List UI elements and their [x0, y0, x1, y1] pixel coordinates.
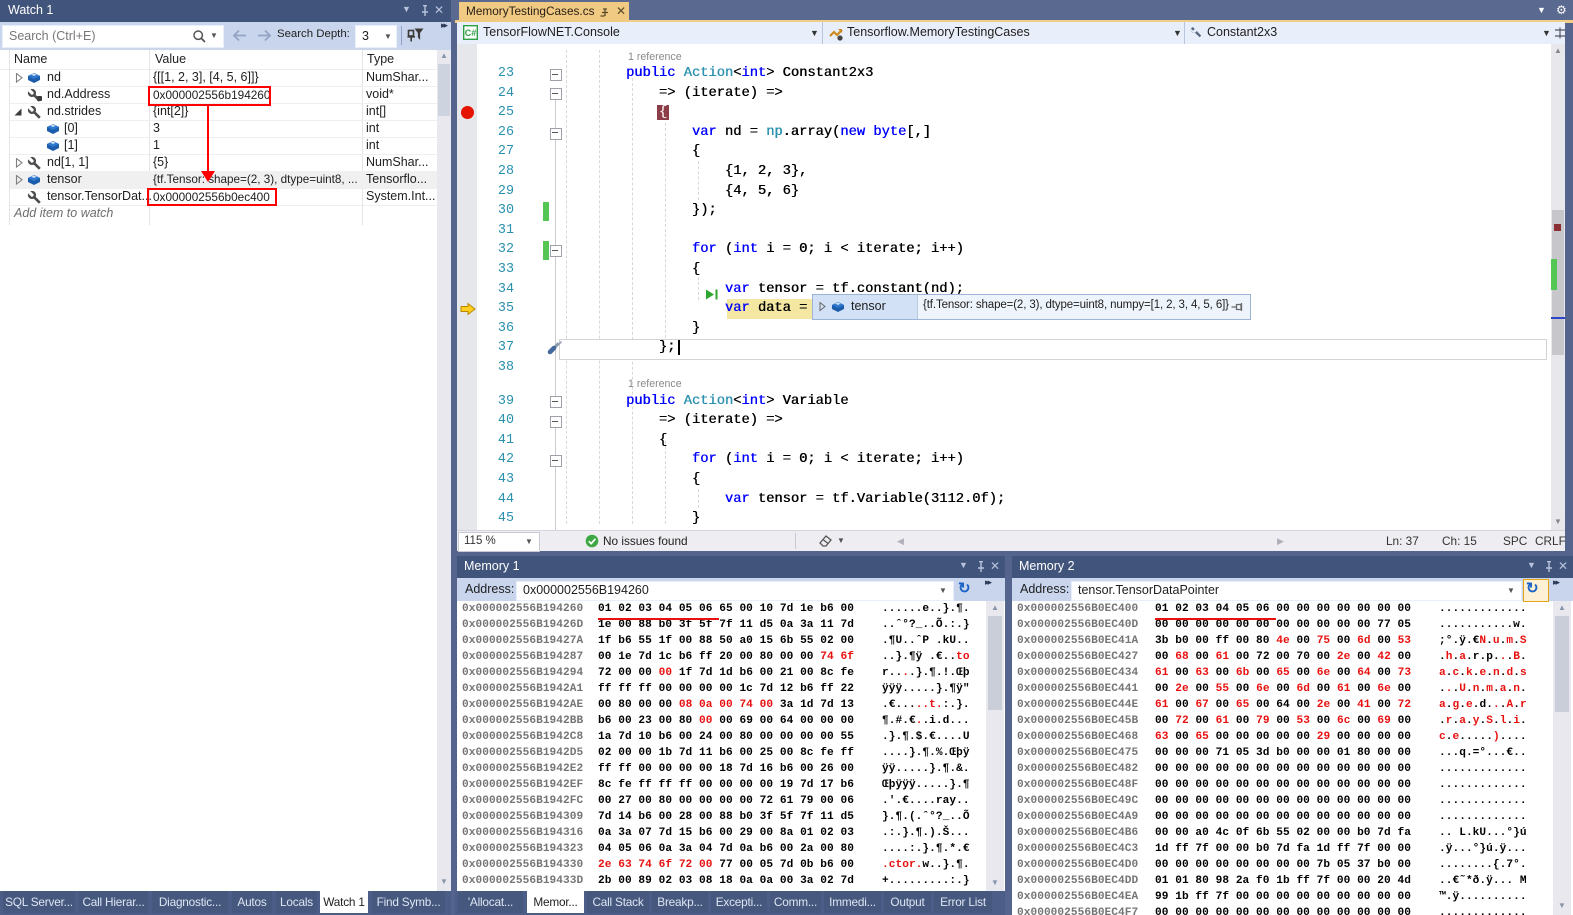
svg-text:C#: C#: [465, 28, 477, 38]
